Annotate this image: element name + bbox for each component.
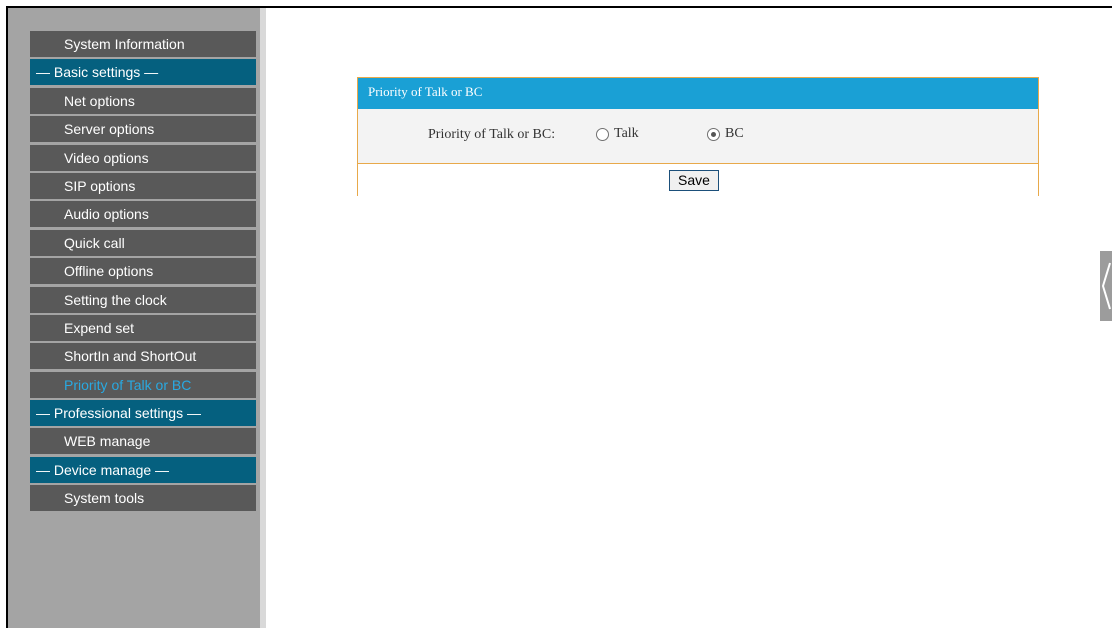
talk-radio-option[interactable]: Talk [596, 126, 639, 142]
sidebar-item-video-options[interactable]: Video options [30, 144, 256, 171]
bc-radio-option[interactable]: BC [707, 126, 744, 142]
chevron-left-icon [1101, 262, 1111, 310]
sidebar-item-net-options[interactable]: Net options [30, 87, 256, 114]
sidebar-item-priority-talk-bc[interactable]: Priority of Talk or BC [30, 371, 256, 398]
talk-radio-button[interactable] [596, 127, 609, 141]
sidebar-group-basic-settings[interactable]: — Basic settings — [30, 59, 256, 86]
bc-radio-label: BC [725, 126, 744, 141]
panel-title: Priority of Talk or BC [358, 78, 1038, 109]
sidebar-item-sip-options[interactable]: SIP options [30, 172, 256, 199]
sidebar-group-professional-settings[interactable]: — Professional settings — [30, 400, 256, 427]
sidebar-item-audio-options[interactable]: Audio options [30, 201, 256, 228]
priority-field-label: Priority of Talk or BC: [428, 127, 556, 142]
sidebar-item-offline-options[interactable]: Offline options [30, 258, 256, 285]
sidebar-item-web-manage[interactable]: WEB manage [30, 428, 256, 455]
talk-radio-label: Talk [614, 126, 639, 141]
sidebar-item-system-tools[interactable]: System tools [30, 485, 256, 512]
sidebar-divider [260, 8, 266, 628]
sidebar-item-server-options[interactable]: Server options [30, 116, 256, 143]
sidebar-item-shortin-shortout[interactable]: ShortIn and ShortOut [30, 343, 256, 370]
panel-body: Priority of Talk or BC: Talk BC [358, 109, 1038, 164]
bc-radio-button[interactable] [707, 127, 720, 141]
sidebar-menu: System Information — Basic settings — Ne… [30, 31, 256, 514]
sidebar-item-setting-the-clock[interactable]: Setting the clock [30, 286, 256, 313]
sidebar-item-expend-set[interactable]: Expend set [30, 314, 256, 341]
sidebar-item-quick-call[interactable]: Quick call [30, 229, 256, 256]
sidebar-group-device-manage[interactable]: — Device manage — [30, 456, 256, 483]
priority-panel: Priority of Talk or BC Priority of Talk … [357, 77, 1039, 196]
save-button[interactable]: Save [669, 170, 719, 191]
panel-footer: Save [358, 164, 1038, 196]
sidebar-item-system-information[interactable]: System Information [30, 31, 256, 57]
side-collapse-tab[interactable] [1100, 251, 1112, 321]
